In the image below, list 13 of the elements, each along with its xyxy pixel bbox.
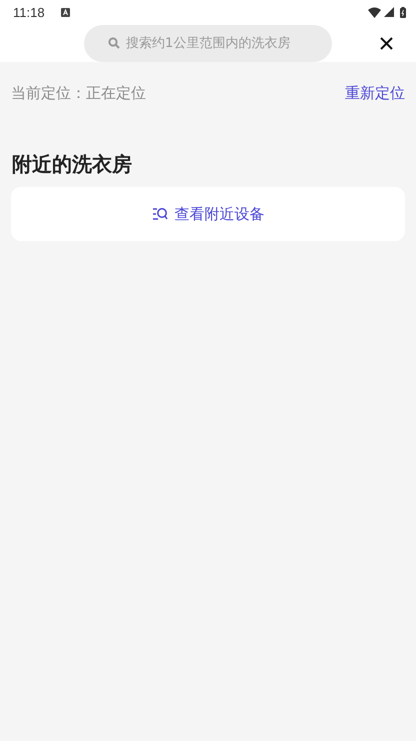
search-icon — [108, 36, 120, 48]
list-search-icon — [152, 207, 168, 221]
notification-icon — [60, 8, 70, 16]
location-status: 当前定位：正在定位 — [11, 84, 146, 103]
relocate-link[interactable]: 重新定位 — [345, 84, 405, 103]
signal-icon — [384, 7, 394, 17]
search-field[interactable]: 搜索约1公里范围内的洗衣房 — [84, 24, 332, 62]
wifi-icon — [368, 6, 381, 18]
view-nearby-button[interactable]: 查看附近设备 — [11, 187, 405, 241]
battery-icon — [400, 6, 406, 18]
close-icon[interactable] — [380, 36, 393, 50]
section-title: 附近的洗衣房 — [12, 151, 133, 178]
status-time: 11:18 — [13, 4, 45, 20]
